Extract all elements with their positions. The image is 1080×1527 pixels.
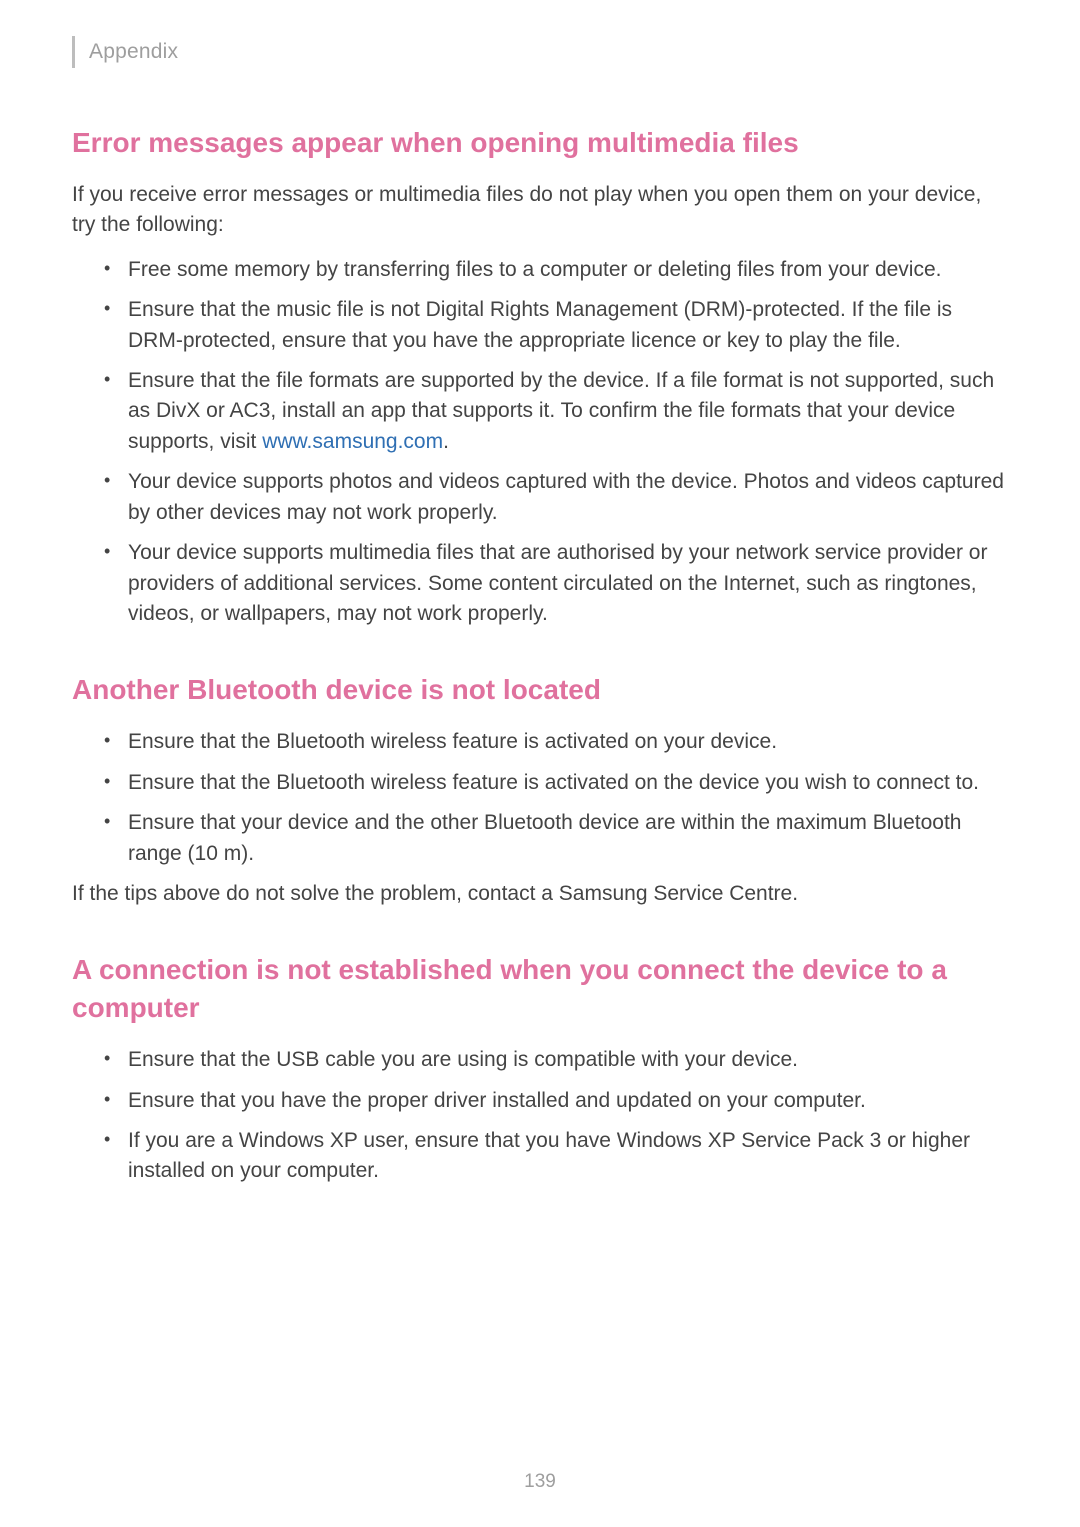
section-heading: A connection is not established when you…: [72, 951, 1008, 1027]
section-closing: If the tips above do not solve the probl…: [72, 879, 1008, 909]
list-item: Your device supports multimedia files th…: [104, 538, 1008, 629]
list-item-text: If you are a Windows XP user, ensure tha…: [128, 1129, 970, 1182]
header-section-label: Appendix: [89, 40, 178, 64]
list-item: Free some memory by transferring files t…: [104, 255, 1008, 285]
bullet-list: Ensure that the USB cable you are using …: [72, 1045, 1008, 1187]
page-number: 139: [0, 1471, 1080, 1493]
samsung-link[interactable]: www.samsung.com: [262, 430, 443, 453]
list-item: Ensure that the Bluetooth wireless featu…: [104, 768, 1008, 798]
list-item: Ensure that the file formats are support…: [104, 366, 1008, 457]
section-heading: Another Bluetooth device is not located: [72, 671, 1008, 709]
document-page: Appendix Error messages appear when open…: [0, 0, 1080, 1187]
section-intro: If you receive error messages or multime…: [72, 180, 1008, 241]
bullet-list: Ensure that the Bluetooth wireless featu…: [72, 727, 1008, 869]
section-heading: Error messages appear when opening multi…: [72, 124, 1008, 162]
list-item: Your device supports photos and videos c…: [104, 467, 1008, 528]
list-item-text: Ensure that you have the proper driver i…: [128, 1089, 866, 1112]
list-item-text-pre: Ensure that the file formats are support…: [128, 369, 994, 453]
section-usb-connection: A connection is not established when you…: [72, 951, 1008, 1186]
list-item: Ensure that the music file is not Digita…: [104, 295, 1008, 356]
header-rule-icon: [72, 36, 75, 68]
list-item: Ensure that you have the proper driver i…: [104, 1086, 1008, 1116]
list-item-text: Ensure that your device and the other Bl…: [128, 811, 961, 864]
list-item-text: Ensure that the music file is not Digita…: [128, 298, 952, 351]
page-header: Appendix: [72, 36, 1008, 68]
list-item: Ensure that the USB cable you are using …: [104, 1045, 1008, 1075]
list-item-text: Ensure that the Bluetooth wireless featu…: [128, 730, 777, 753]
bullet-list: Free some memory by transferring files t…: [72, 255, 1008, 630]
list-item: If you are a Windows XP user, ensure tha…: [104, 1126, 1008, 1187]
list-item-text: Ensure that the Bluetooth wireless featu…: [128, 771, 979, 794]
list-item-text: Your device supports multimedia files th…: [128, 541, 987, 625]
list-item: Ensure that the Bluetooth wireless featu…: [104, 727, 1008, 757]
section-error-messages: Error messages appear when opening multi…: [72, 124, 1008, 629]
list-item-text: Free some memory by transferring files t…: [128, 258, 941, 281]
list-item-text-post: .: [443, 430, 449, 453]
list-item-text: Ensure that the USB cable you are using …: [128, 1048, 798, 1071]
section-bluetooth: Another Bluetooth device is not located …: [72, 671, 1008, 909]
list-item-text: Your device supports photos and videos c…: [128, 470, 1004, 523]
list-item: Ensure that your device and the other Bl…: [104, 808, 1008, 869]
